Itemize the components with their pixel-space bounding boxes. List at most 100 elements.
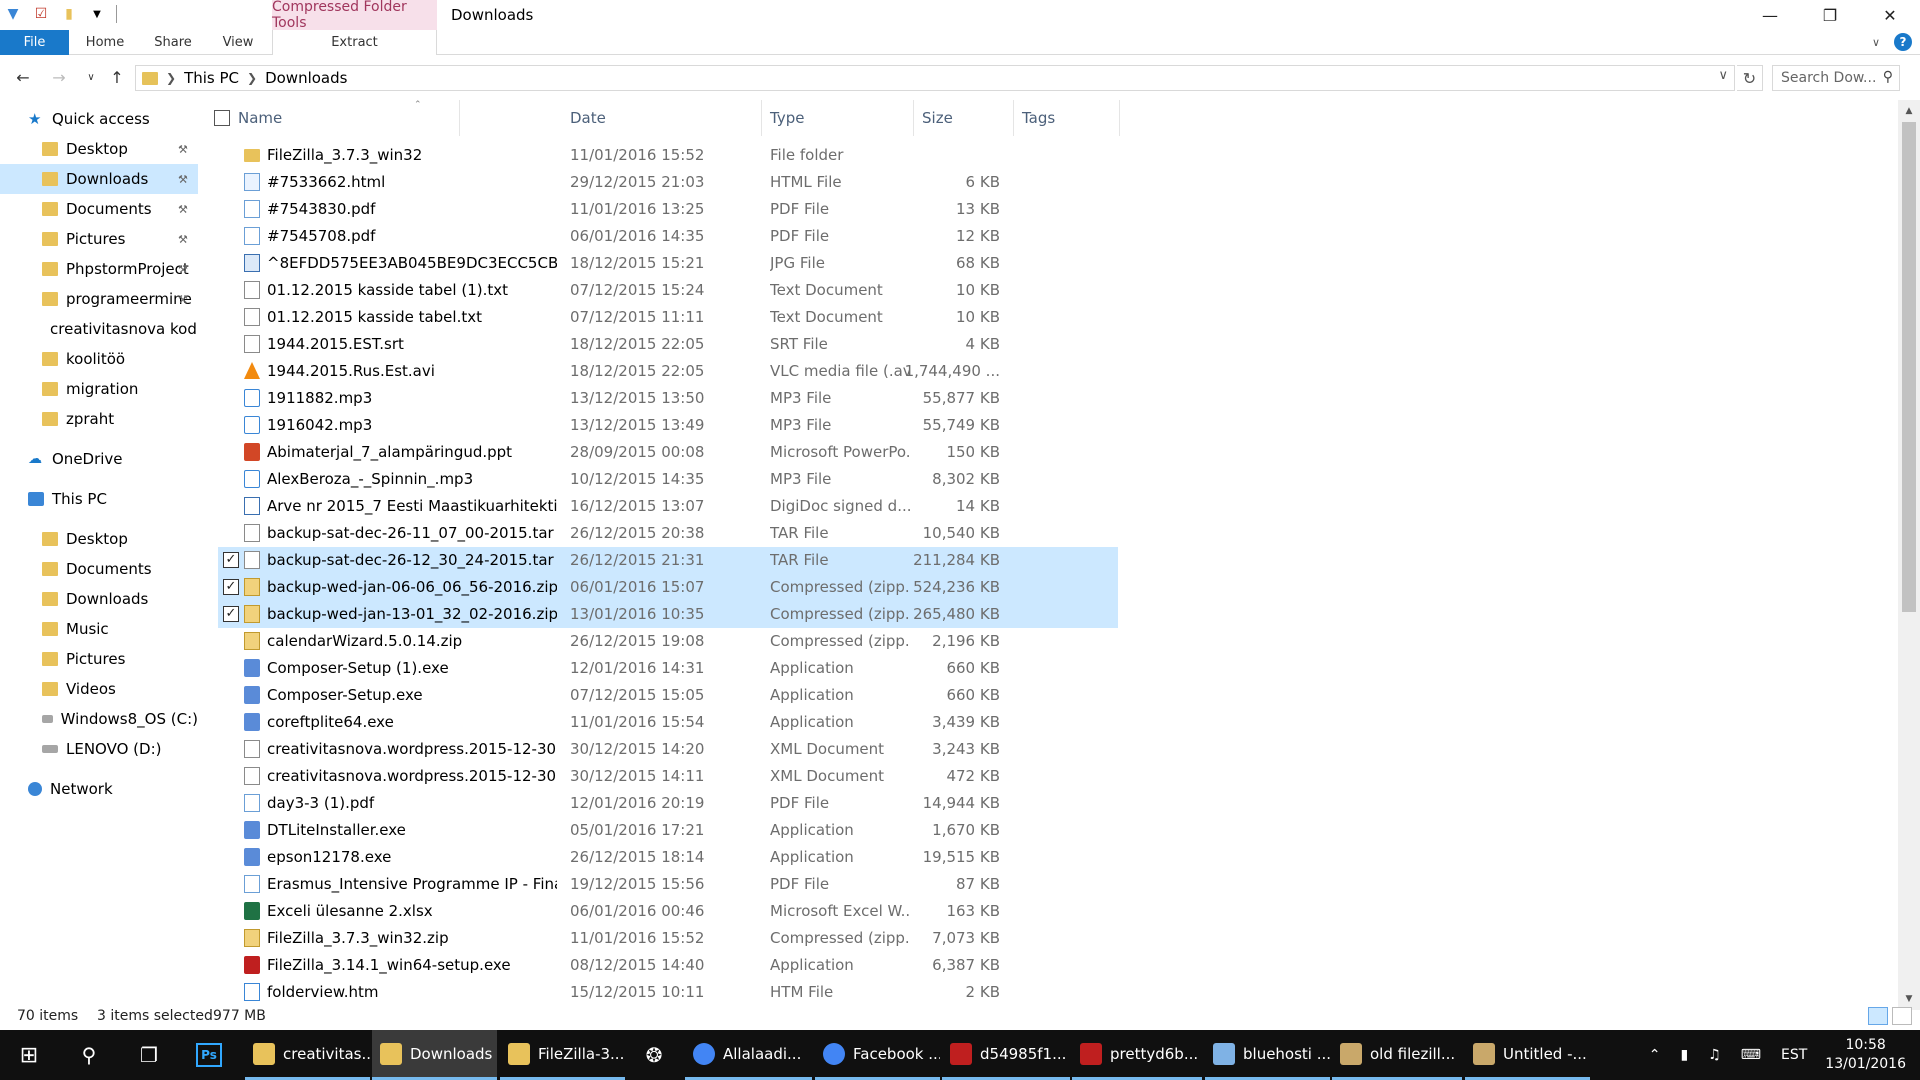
windows-start-icon[interactable]: ⊞ [0,1030,58,1080]
nav-item-downloads[interactable]: Downloads [0,584,198,614]
nav-item-documents[interactable]: Documents ⚒ [0,194,198,224]
file-row[interactable]: Composer-Setup (1).exe 12/01/2016 14:31 Ap… [218,655,1118,682]
photoshop-icon[interactable]: Ps [180,1030,238,1080]
nav-item-windows8-os-c-[interactable]: Windows8_OS (C:) [0,704,198,734]
address-dropdown-icon[interactable]: ∨ [1718,68,1728,83]
file-row[interactable]: 1916042.mp3 13/12/2015 13:49 MP3 File 55,74… [218,412,1118,439]
nav-item-desktop[interactable]: Desktop ⚒ [0,134,198,164]
file-row[interactable]: DTLiteInstaller.exe 05/01/2016 17:21 Appli… [218,817,1118,844]
file-row[interactable]: FileZilla_3.14.1_win64-setup.exe 08/12/20… [218,952,1118,979]
file-row[interactable]: FileZilla_3.7.3_win32.zip 11/01/2016 15:5… [218,925,1118,952]
close-button[interactable]: ✕ [1860,0,1920,30]
file-row[interactable]: creativitasnova.wordpress.2015-12-30.xml… [218,763,1118,790]
file-row[interactable]: epson12178.exe 26/12/2015 18:14 Applicatio… [218,844,1118,871]
breadcrumb-this-pc[interactable]: This PC [184,69,239,87]
nav-item-creativitasnova-kodu[interactable]: creativitasnova kodu [0,314,198,344]
search-box[interactable]: Search Dow... ⚲ [1772,65,1900,91]
battery-icon[interactable]: ▮ [1681,1047,1689,1063]
file-row[interactable]: 1911882.mp3 13/12/2015 13:50 MP3 File 55,87… [218,385,1118,412]
file-row[interactable]: ✓ backup-sat-dec-26-12_30_24-2015.tar 26/1… [218,547,1118,574]
large-icons-view-icon[interactable] [1892,1007,1912,1025]
volume-icon[interactable]: ♫ [1708,1047,1721,1063]
nav-item-pictures[interactable]: Pictures ⚒ [0,224,198,254]
nav-item-desktop[interactable]: Desktop [0,524,198,554]
forward-arrow-icon[interactable]: → [48,66,70,88]
nav-item-videos[interactable]: Videos [0,674,198,704]
vertical-scrollbar[interactable]: ▲ ▼ [1898,100,1920,1010]
language-indicator[interactable]: EST [1781,1047,1807,1063]
expand-ribbon-icon[interactable]: ∨ [1872,36,1880,49]
nav-item-music[interactable]: Music [0,614,198,644]
file-row[interactable]: folderview.htm 15/12/2015 10:11 HTM File 2 … [218,979,1118,1006]
file-row[interactable]: #7533662.html 29/12/2015 21:03 HTML File 6 … [218,169,1118,196]
properties-quick-icon[interactable]: ☑ [32,5,50,23]
file-row[interactable]: #7545708.pdf 06/01/2016 14:35 PDF File 12 K… [218,223,1118,250]
nav-item-quick-access[interactable]: ★ Quick access [0,104,198,134]
tab-file[interactable]: File [0,30,69,55]
recent-locations-chevron-icon[interactable]: ∨ [80,66,102,88]
nav-item-lenovo-d-[interactable]: LENOVO (D:) [0,734,198,764]
taskbar-window-button[interactable]: prettyd6b... [1072,1030,1202,1080]
file-row[interactable]: backup-sat-dec-26-11_07_00-2015.tar 26/12… [218,520,1118,547]
column-header-type[interactable]: Type [762,100,914,136]
tab-extract[interactable]: Extract [272,30,437,55]
help-icon[interactable]: ? [1894,33,1912,51]
column-header-name[interactable]: Name ⌃ [230,100,460,136]
clock[interactable]: 10:58 13/01/2016 [1825,1036,1906,1074]
show-hidden-icons-icon[interactable]: ⌃ [1649,1047,1661,1063]
scroll-up-arrow-icon[interactable]: ▲ [1898,102,1920,120]
column-header-date[interactable]: Date [562,100,762,136]
nav-item-phpstormproject[interactable]: PhpstormProject ⚒ [0,254,198,284]
nav-item-zpraht[interactable]: zpraht [0,404,198,434]
back-arrow-icon[interactable]: ← [12,66,34,88]
file-row[interactable]: 01.12.2015 kasside tabel (1).txt 07/12/20… [218,277,1118,304]
file-row[interactable]: creativitasnova.wordpress.2015-12-30 (1)… [218,736,1118,763]
taskbar-window-button[interactable]: Facebook ... [815,1030,940,1080]
nav-item-koolit-[interactable]: koolitöö [0,344,198,374]
up-arrow-icon[interactable]: ↑ [106,66,128,88]
keyboard-icon[interactable]: ⌨ [1741,1047,1761,1063]
file-row[interactable]: ✓ backup-wed-jan-06-06_06_56-2016.zip 06/0… [218,574,1118,601]
refresh-icon[interactable]: ↻ [1737,65,1763,91]
file-row[interactable]: coreftplite64.exe 11/01/2016 15:54 Applica… [218,709,1118,736]
tab-view[interactable]: View [208,30,268,55]
taskbar-window-button[interactable]: old filezill... [1332,1030,1462,1080]
taskbar-window-button[interactable]: bluehosti ... [1205,1030,1330,1080]
nav-item-network[interactable]: Network [0,774,198,804]
details-view-icon[interactable] [1868,1007,1888,1025]
row-checkbox[interactable]: ✓ [223,579,239,595]
file-row[interactable]: Composer-Setup.exe 07/12/2015 15:05 Applic… [218,682,1118,709]
folder-quick-icon[interactable]: ▼ [4,5,22,23]
file-row[interactable]: day3-3 (1).pdf 12/01/2016 20:19 PDF File 14… [218,790,1118,817]
maximize-button[interactable]: ❐ [1800,0,1860,30]
file-row[interactable]: Exceli ülesanne 2.xlsx 06/01/2016 00:46 Mi… [218,898,1118,925]
taskbar-window-button[interactable]: Allalaadi... [685,1030,812,1080]
file-row[interactable]: ✓ backup-wed-jan-13-01_32_02-2016.zip 13/0… [218,601,1118,628]
column-header-size[interactable]: Size [914,100,1014,136]
new-folder-quick-icon[interactable]: ▮ [60,5,78,23]
breadcrumb-chevron-icon[interactable]: ❯ [166,71,176,85]
nav-item-this-pc[interactable]: This PC [0,484,198,514]
tab-share[interactable]: Share [143,30,203,55]
pinned-app-icon[interactable]: ❂ [625,1030,683,1080]
file-row[interactable]: 1944.2015.Rus.Est.avi 18/12/2015 22:05 VLC… [218,358,1118,385]
task-view-icon[interactable]: ❐ [120,1030,178,1080]
column-header-tags[interactable]: Tags [1014,100,1120,136]
address-bar[interactable]: ❯ This PC ❯ Downloads ∨ [135,65,1735,91]
nav-item-documents[interactable]: Documents [0,554,198,584]
tab-home[interactable]: Home [75,30,135,55]
nav-item-migration[interactable]: migration [0,374,198,404]
nav-item-programeermine[interactable]: programeermine ⚒ [0,284,198,314]
taskbar-window-button[interactable]: Untitled -... [1465,1030,1590,1080]
file-row[interactable]: 01.12.2015 kasside tabel.txt 07/12/2015 1… [218,304,1118,331]
select-all-checkbox[interactable] [214,110,230,126]
file-row[interactable]: Erasmus_Intensive Programme IP - Final P… [218,871,1118,898]
breadcrumb-chevron-icon[interactable]: ❯ [247,71,257,85]
nav-item-pictures[interactable]: Pictures [0,644,198,674]
taskbar-window-button[interactable]: Downloads [372,1030,497,1080]
row-checkbox[interactable]: ✓ [223,606,239,622]
file-row[interactable]: FileZilla_3.7.3_win32 11/01/2016 15:52 Fil… [218,142,1118,169]
file-row[interactable]: ^8EFDD575EE3AB045BE9DC3ECC5CB40... 18/12/… [218,250,1118,277]
file-row[interactable]: #7543830.pdf 11/01/2016 13:25 PDF File 13 K… [218,196,1118,223]
scrollbar-thumb[interactable] [1902,122,1916,612]
